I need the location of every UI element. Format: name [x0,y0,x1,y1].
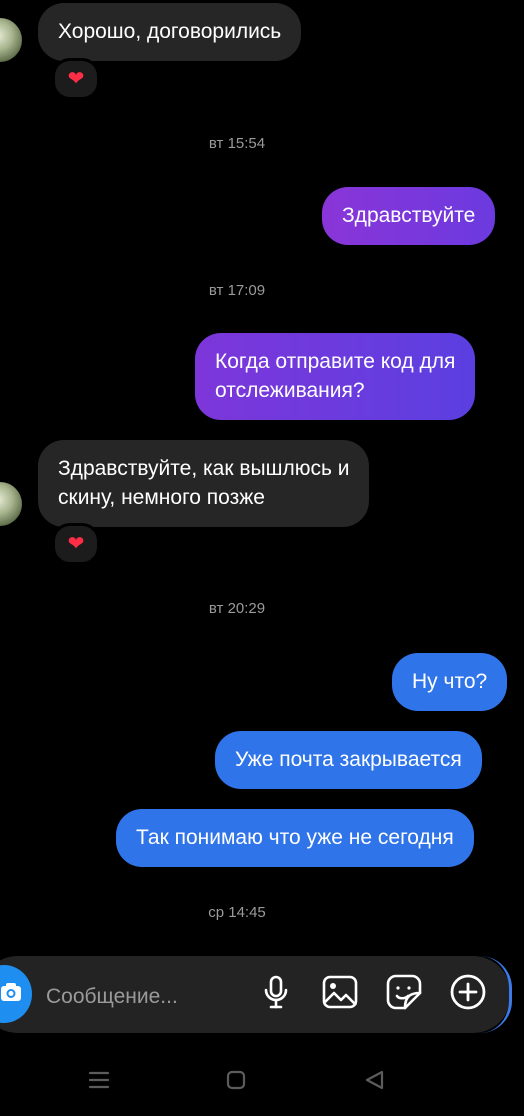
gallery-button[interactable] [320,974,360,1014]
chat-screen: Хорошо, договорились ❤ вт 15:54 Здравств… [0,0,524,1116]
message-text: Здравствуйте [342,204,476,227]
contact-avatar[interactable] [0,482,22,526]
reaction-badge[interactable]: ❤ [52,58,100,100]
home-icon [225,1069,247,1096]
back-icon [363,1069,385,1096]
add-icon [449,973,487,1016]
heart-icon: ❤ [67,533,85,555]
home-button[interactable] [221,1068,251,1096]
message-input[interactable] [44,981,248,1013]
sticker-button[interactable] [384,974,424,1014]
outgoing-message[interactable]: Ну что? [392,653,508,711]
message-text: Уже почта закрывается [235,748,462,771]
menu-icon [88,1070,110,1095]
incoming-message[interactable]: Хорошо, договорились [38,3,302,61]
message-text: Ну что? [412,670,488,693]
system-navigation-bar [0,1050,524,1116]
contact-avatar[interactable] [0,18,22,62]
recent-apps-button[interactable] [84,1068,114,1096]
message-text-line: скину, немного позже [58,486,265,509]
message-text-line: отслеживания? [215,379,365,402]
timestamp: вт 17:09 [208,282,266,299]
outgoing-message[interactable]: Здравствуйте [322,187,496,245]
message-text: Так понимаю что уже не сегодня [136,826,454,849]
reaction-badge[interactable]: ❤ [52,523,100,565]
timestamp: ср 14:45 [208,904,266,921]
message-text-line: Когда отправите код для [215,350,456,373]
back-button[interactable] [359,1068,389,1096]
microphone-icon [263,975,289,1014]
outgoing-message[interactable]: Уже почта закрывается [215,731,482,789]
camera-icon [0,982,32,1007]
message-text-line: Здравствуйте, как вышлюсь и [58,457,350,480]
timestamp: вт 20:29 [208,600,266,617]
outgoing-message[interactable]: Так понимаю что уже не сегодня [116,809,474,867]
incoming-message[interactable]: Здравствуйте, как вышлюсь и скину, немно… [38,440,370,527]
heart-icon: ❤ [67,68,85,90]
message-text: Хорошо, договорились [58,20,282,43]
microphone-button[interactable] [256,974,296,1014]
image-icon [322,975,358,1014]
add-button[interactable] [448,974,488,1014]
outgoing-message[interactable]: Когда отправите код для отслеживания? [195,333,476,420]
sticker-icon [386,974,422,1015]
timestamp: вт 15:54 [208,135,266,152]
